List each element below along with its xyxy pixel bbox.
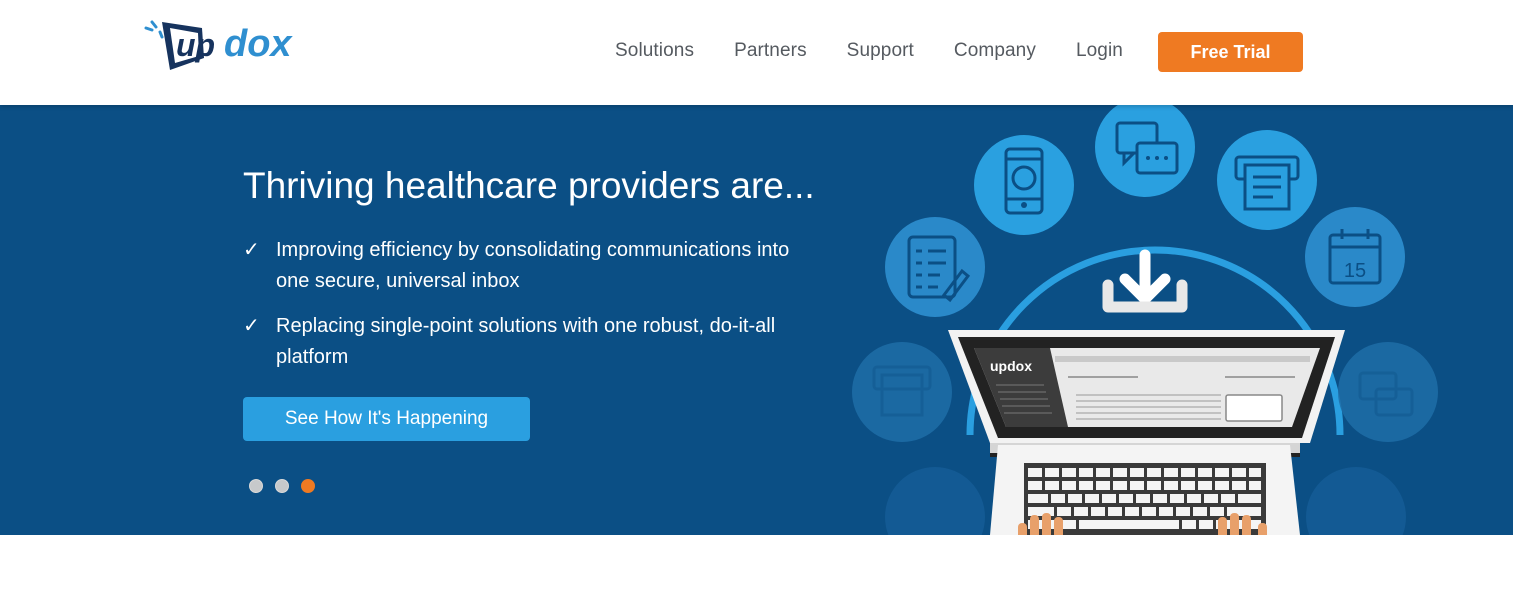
phone-icon	[974, 135, 1074, 235]
chat-icon	[1095, 105, 1195, 197]
list-item: ✓ Improving efficiency by consolidating …	[243, 235, 803, 297]
checklist-icon	[885, 217, 985, 317]
nav-partners[interactable]: Partners	[734, 40, 807, 62]
nav-support[interactable]: Support	[847, 40, 914, 62]
bullet-text: Replacing single-point solutions with on…	[276, 315, 776, 368]
free-trial-button[interactable]: Free Trial	[1158, 32, 1303, 72]
calendar-icon: 15	[1305, 207, 1405, 307]
main-nav: Solutions Partners Support Company Login	[615, 40, 1123, 62]
carousel-dot-1[interactable]	[249, 479, 263, 493]
site-header: up dox Solutions Partners Support Compan…	[0, 0, 1513, 105]
see-how-button[interactable]: See How It's Happening	[243, 397, 530, 441]
bullet-text: Improving efficiency by consolidating co…	[276, 239, 790, 292]
screen-logo-text: updox	[990, 358, 1032, 374]
calendar-day-number: 15	[1344, 260, 1366, 282]
svg-text:dox: dox	[224, 23, 293, 65]
hero-banner: Thriving healthcare providers are... ✓ I…	[0, 105, 1513, 535]
nav-company[interactable]: Company	[954, 40, 1036, 62]
hero-bullet-list: ✓ Improving efficiency by consolidating …	[243, 235, 803, 387]
check-icon: ✓	[243, 239, 260, 261]
nav-login[interactable]: Login	[1076, 40, 1123, 62]
list-item: ✓ Replacing single-point solutions with …	[243, 311, 803, 373]
hero-title: Thriving healthcare providers are...	[243, 165, 815, 206]
updox-logo[interactable]: up dox	[140, 14, 330, 74]
svg-text:up: up	[176, 27, 215, 63]
check-icon: ✓	[243, 315, 260, 337]
hero-illustration: 15 updox	[852, 105, 1438, 535]
nav-solutions[interactable]: Solutions	[615, 40, 694, 62]
laptop-illustration: updox	[948, 330, 1345, 535]
carousel-dot-2[interactable]	[275, 479, 289, 493]
carousel-dots	[249, 479, 327, 493]
carousel-dot-3-active[interactable]	[301, 479, 315, 493]
fax-icon	[1217, 130, 1317, 230]
download-icon	[1102, 249, 1188, 313]
